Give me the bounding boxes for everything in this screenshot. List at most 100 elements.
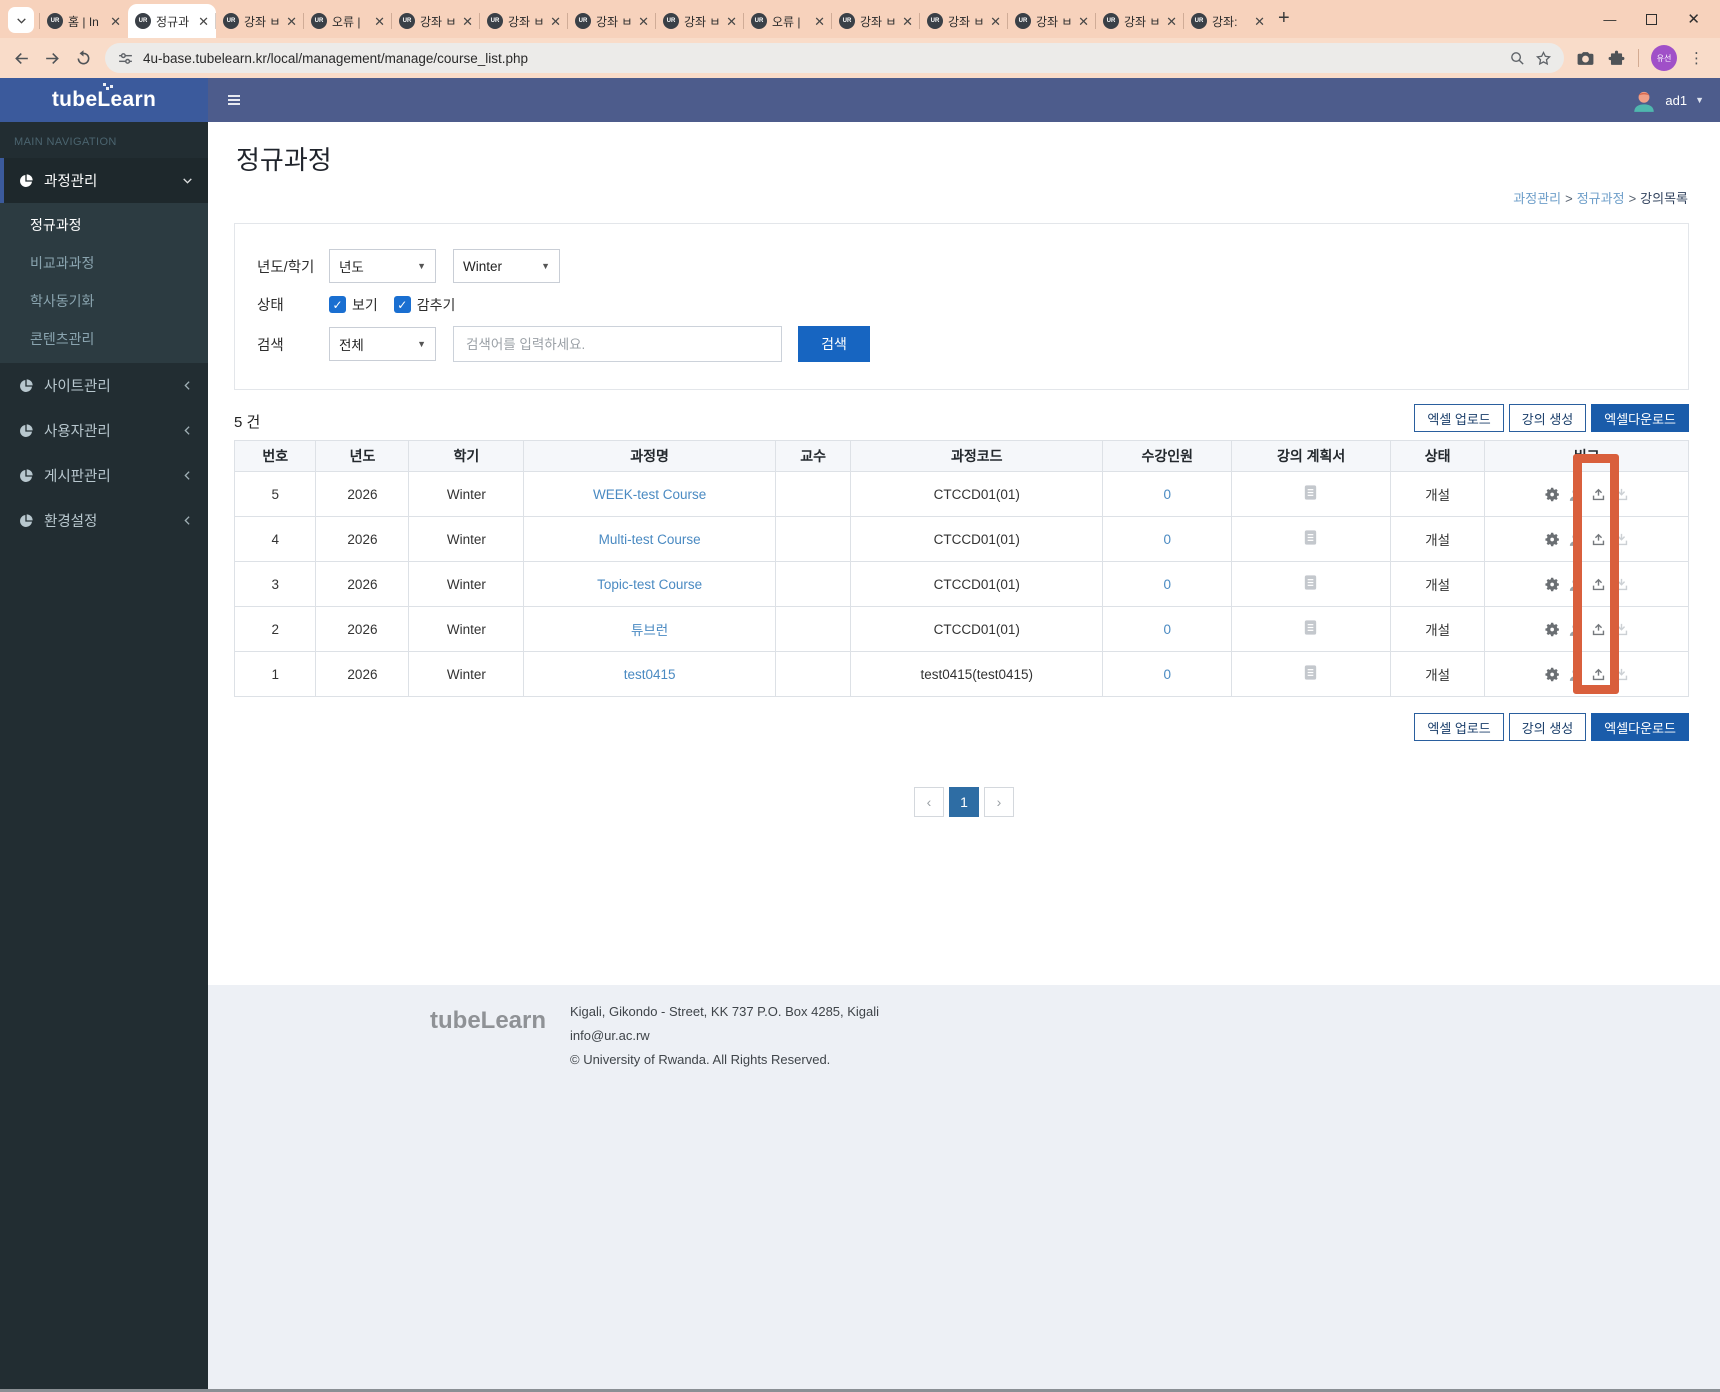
- site-settings-icon[interactable]: [117, 50, 134, 67]
- checkbox-checked-icon[interactable]: ✓: [393, 296, 411, 313]
- screen-capture-icon[interactable]: [1576, 49, 1595, 68]
- course-name-link[interactable]: WEEK-test Course: [593, 487, 706, 502]
- tab-close-icon[interactable]: ✕: [374, 15, 385, 28]
- sidebar-item-content-management[interactable]: 콘텐츠관리: [0, 320, 208, 358]
- new-tab-button[interactable]: +: [1278, 7, 1290, 30]
- course-name-link[interactable]: Multi-test Course: [599, 532, 701, 547]
- browser-tab[interactable]: UR 강좌 ㅂ ✕: [831, 4, 920, 38]
- create-lecture-button-bottom[interactable]: 강의 생성: [1508, 713, 1587, 741]
- tab-close-icon[interactable]: ✕: [110, 15, 121, 28]
- enrolled-count-link[interactable]: 0: [1163, 532, 1171, 547]
- extensions-icon[interactable]: [1607, 49, 1626, 68]
- address-bar[interactable]: 4u-base.tubelearn.kr/local/management/ma…: [105, 43, 1564, 73]
- upload-icon[interactable]: [1590, 486, 1607, 503]
- window-maximize-button[interactable]: [1646, 13, 1658, 25]
- browser-tab[interactable]: UR 강좌 ㅂ ✕: [391, 4, 480, 38]
- upload-icon[interactable]: [1590, 531, 1607, 548]
- window-minimize-button[interactable]: —: [1603, 12, 1616, 27]
- enrolled-count-link[interactable]: 0: [1163, 487, 1171, 502]
- forward-icon[interactable]: [43, 49, 62, 68]
- download-icon[interactable]: [1613, 621, 1630, 638]
- tab-close-icon[interactable]: ✕: [198, 15, 209, 28]
- settings-icon[interactable]: [1544, 531, 1561, 548]
- sidebar-item-settings[interactable]: 환경설정: [0, 498, 208, 543]
- enrolled-count-link[interactable]: 0: [1163, 667, 1171, 682]
- upload-icon[interactable]: [1590, 666, 1607, 683]
- user-menu[interactable]: ad1 ▼: [1631, 87, 1704, 113]
- settings-icon[interactable]: [1544, 486, 1561, 503]
- sidebar-item-user-management[interactable]: 사용자관리: [0, 408, 208, 453]
- browser-tab[interactable]: UR 오류 | ✕: [743, 4, 832, 38]
- syllabus-icon[interactable]: [1302, 664, 1320, 684]
- sidebar-item-regular-course[interactable]: 정규과정: [0, 206, 208, 244]
- syllabus-icon[interactable]: [1302, 529, 1320, 549]
- browser-tab[interactable]: UR 강좌 ㅂ ✕: [1007, 4, 1096, 38]
- search-scope-select[interactable]: 전체 ▼: [329, 327, 436, 361]
- excel-download-button-bottom[interactable]: 엑셀다운로드: [1591, 713, 1689, 741]
- members-icon[interactable]: [1567, 621, 1584, 638]
- refresh-icon[interactable]: [74, 49, 93, 68]
- syllabus-icon[interactable]: [1302, 574, 1320, 594]
- browser-tab[interactable]: UR 강좌: ✕: [1183, 4, 1272, 38]
- members-icon[interactable]: [1567, 531, 1584, 548]
- tab-close-icon[interactable]: ✕: [814, 15, 825, 28]
- checkbox-checked-icon[interactable]: ✓: [329, 296, 346, 313]
- window-close-button[interactable]: ✕: [1687, 10, 1700, 28]
- tab-close-icon[interactable]: ✕: [286, 15, 297, 28]
- settings-icon[interactable]: [1544, 576, 1561, 593]
- breadcrumb-link-course-management[interactable]: 과정관리: [1513, 191, 1561, 206]
- browser-tab[interactable]: UR 강좌 ㅂ ✕: [567, 4, 656, 38]
- upload-icon[interactable]: [1590, 621, 1607, 638]
- members-icon[interactable]: [1567, 576, 1584, 593]
- checkbox-hide[interactable]: ✓ 감추기: [393, 295, 455, 315]
- excel-download-button[interactable]: 엑셀다운로드: [1591, 404, 1689, 432]
- tab-close-icon[interactable]: ✕: [990, 15, 1001, 28]
- enrolled-count-link[interactable]: 0: [1163, 622, 1171, 637]
- tab-close-icon[interactable]: ✕: [638, 15, 649, 28]
- create-lecture-button[interactable]: 강의 생성: [1508, 404, 1587, 432]
- search-input[interactable]: [453, 326, 782, 362]
- browser-tab[interactable]: UR 오류 | ✕: [303, 4, 392, 38]
- browser-tab[interactable]: UR 강좌 ㅂ ✕: [479, 4, 568, 38]
- excel-upload-button[interactable]: 엑셀 업로드: [1414, 404, 1504, 432]
- sidebar-toggle-icon[interactable]: [224, 92, 244, 108]
- tab-search-button[interactable]: [8, 7, 34, 33]
- excel-upload-button-bottom[interactable]: 엑셀 업로드: [1414, 713, 1504, 741]
- pagination-prev-icon[interactable]: ‹: [914, 787, 944, 817]
- year-select[interactable]: 년도 ▼: [329, 249, 436, 283]
- checkbox-show[interactable]: ✓ 보기: [329, 295, 378, 315]
- tab-close-icon[interactable]: ✕: [1166, 15, 1177, 28]
- browser-profile-avatar[interactable]: 유선: [1651, 45, 1677, 71]
- search-button[interactable]: 검색: [798, 326, 870, 362]
- upload-icon[interactable]: [1590, 576, 1607, 593]
- sidebar-item-board-management[interactable]: 게시판관리: [0, 453, 208, 498]
- back-icon[interactable]: [12, 49, 31, 68]
- pagination-next-icon[interactable]: ›: [984, 787, 1014, 817]
- tab-close-icon[interactable]: ✕: [726, 15, 737, 28]
- download-icon[interactable]: [1613, 531, 1630, 548]
- syllabus-icon[interactable]: [1302, 484, 1320, 504]
- browser-tab[interactable]: UR 강좌 ㅂ ✕: [919, 4, 1008, 38]
- sidebar-item-academic-sync[interactable]: 학사동기화: [0, 282, 208, 320]
- members-icon[interactable]: [1567, 486, 1584, 503]
- tab-close-icon[interactable]: ✕: [1078, 15, 1089, 28]
- sidebar-item-extracurricular[interactable]: 비교과과정: [0, 244, 208, 282]
- browser-tab[interactable]: UR 홈 | In ✕: [39, 4, 128, 38]
- download-icon[interactable]: [1613, 576, 1630, 593]
- browser-tab[interactable]: UR 강좌 ㅂ ✕: [655, 4, 744, 38]
- members-icon[interactable]: [1567, 666, 1584, 683]
- tab-close-icon[interactable]: ✕: [1254, 15, 1265, 28]
- tab-close-icon[interactable]: ✕: [462, 15, 473, 28]
- breadcrumb-link-regular-course[interactable]: 정규과정: [1577, 191, 1625, 206]
- tab-close-icon[interactable]: ✕: [550, 15, 561, 28]
- course-name-link[interactable]: 튜브런: [631, 623, 668, 638]
- enrolled-count-link[interactable]: 0: [1163, 577, 1171, 592]
- browser-tab-active[interactable]: UR 정규과 ✕: [128, 4, 216, 38]
- browser-tab[interactable]: UR 강좌 ㅂ ✕: [1095, 4, 1184, 38]
- bookmark-star-icon[interactable]: [1535, 50, 1552, 67]
- course-name-link[interactable]: Topic-test Course: [597, 577, 702, 592]
- sidebar-item-course-management[interactable]: 과정관리: [0, 158, 208, 203]
- course-name-link[interactable]: test0415: [624, 667, 676, 682]
- download-icon[interactable]: [1613, 666, 1630, 683]
- sidebar-item-site-management[interactable]: 사이트관리: [0, 363, 208, 408]
